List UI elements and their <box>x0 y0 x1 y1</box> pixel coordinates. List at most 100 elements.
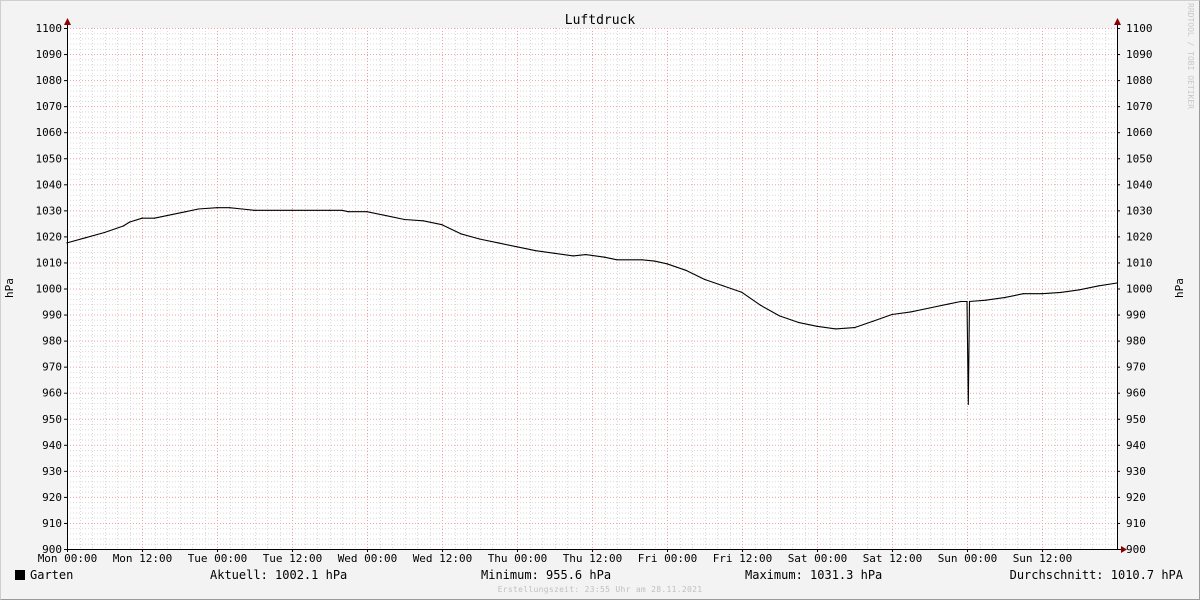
data-point <box>968 300 971 303</box>
data-point <box>797 321 799 323</box>
y-tick-label: 900 <box>1126 543 1146 556</box>
data-point <box>228 207 231 209</box>
y-tick-label: 970 <box>42 361 62 374</box>
data-point <box>328 209 331 211</box>
legend-average: Durchschnitt: 1010.7 hPA <box>1009 568 1183 582</box>
data-point <box>1060 291 1062 293</box>
data-point <box>241 208 243 210</box>
y-tick-labels-right: 900 910 920 930 940 950 960 970 980 990 1000 1010 10… <box>1126 22 1153 556</box>
data-point <box>572 255 574 257</box>
y-tick-label: 910 <box>42 517 62 530</box>
x-tick-label: Fri 12:00 <box>713 552 773 565</box>
data-point <box>703 278 706 280</box>
data-point <box>403 218 406 221</box>
legend-minimum: Minimum: 955.6 hPa <box>481 568 612 582</box>
y-tick-label: 990 <box>1126 309 1146 322</box>
data-point <box>910 311 912 313</box>
data-point <box>778 315 781 317</box>
data-point <box>722 285 724 287</box>
data-point <box>216 207 218 209</box>
data-point <box>928 307 931 309</box>
data-point <box>685 269 687 271</box>
data-point <box>166 215 168 217</box>
data-point <box>872 320 874 322</box>
data-point <box>153 217 156 219</box>
data-point <box>891 313 893 316</box>
data-point <box>553 252 556 254</box>
y-tick-label: 980 <box>42 335 62 348</box>
y-tick-label: 1010 <box>36 256 63 269</box>
y-tick-label: 940 <box>42 439 62 452</box>
y-tick-label: 1090 <box>36 48 63 61</box>
y-tick-label: 960 <box>42 387 62 400</box>
data-point <box>967 403 969 405</box>
y-tick-label: 930 <box>1126 465 1146 478</box>
data-point <box>128 221 131 223</box>
y-tick-label: 1020 <box>1126 230 1153 243</box>
y-tick-label: 980 <box>1126 335 1146 348</box>
y-tick-label: 1020 <box>36 230 63 243</box>
y-tick-label: 920 <box>1126 491 1146 504</box>
data-point <box>966 300 968 303</box>
y-tick-label: 1030 <box>1126 204 1153 217</box>
data-point <box>535 250 537 252</box>
y-tick-label: 1030 <box>36 204 63 217</box>
x-tick-label: Mon 00:00 <box>38 552 98 565</box>
data-point <box>603 256 606 258</box>
data-point <box>341 209 343 211</box>
x-tick-label: Thu 12:00 <box>563 552 623 565</box>
data-point <box>1116 282 1118 284</box>
x-tick-label: Tue 12:00 <box>263 552 323 565</box>
y-tick-label: 1100 <box>1126 22 1153 35</box>
data-point <box>985 299 987 301</box>
data-point <box>516 246 518 248</box>
data-point <box>422 220 424 222</box>
y-tick-label: 1070 <box>1126 100 1153 113</box>
data-point <box>1003 297 1006 299</box>
data-point <box>835 328 837 330</box>
y-tick-label: 1080 <box>1126 74 1153 87</box>
y-tick-label: 930 <box>42 465 62 478</box>
x-tick-label: Tue 00:00 <box>188 552 248 565</box>
y-tick-label: 990 <box>42 309 62 322</box>
data-point <box>385 215 387 217</box>
data-point <box>85 237 87 239</box>
y-tick-label: 950 <box>1126 413 1146 426</box>
data-point <box>666 263 668 265</box>
data-point <box>497 242 499 244</box>
data-point <box>1041 293 1043 295</box>
data-point <box>947 303 949 305</box>
chart-title: Luftdruck <box>565 13 636 28</box>
x-tick-label: Fri 00:00 <box>638 552 698 565</box>
x-tick-label: Mon 12:00 <box>113 552 173 565</box>
y-tick-label: 1040 <box>36 178 63 191</box>
y-tick-labels-left: 9009109209309409509609709809901000101010… <box>36 22 63 556</box>
data-point <box>141 217 143 219</box>
y-tick-label: 1000 <box>36 283 63 296</box>
data-point <box>478 238 481 240</box>
data-point <box>653 260 656 262</box>
y-tick-label: 950 <box>42 413 62 426</box>
rrdtool-watermark: RRDTOOL / TOBI OETIKER <box>1186 3 1195 109</box>
x-tick-label: Wed 12:00 <box>413 552 473 565</box>
legend-series: Garten <box>15 567 73 583</box>
data-point <box>585 254 587 256</box>
x-tick-label: Thu 00:00 <box>488 552 548 565</box>
y-tick-label: 970 <box>1126 361 1146 374</box>
x-tick-labels: Mon 00:00 Mon 12:00 Tue 00:00 Tue 12:00 Wed … <box>38 552 1073 565</box>
data-point <box>641 259 643 261</box>
data-point <box>66 242 68 244</box>
y-tick-label: 1040 <box>1126 178 1153 191</box>
y-tick-label: 1000 <box>1126 283 1153 296</box>
y-tick-label: 1100 <box>36 22 63 35</box>
data-point <box>185 211 187 213</box>
y-tick-label: 1050 <box>1126 152 1153 165</box>
y-tick-label: 1060 <box>1126 126 1153 139</box>
data-point <box>441 224 443 226</box>
legend-series-label: Garten <box>30 568 74 582</box>
data-point <box>741 291 743 293</box>
data-point <box>103 231 106 234</box>
data-point <box>122 225 124 227</box>
y-tick-label: 940 <box>1126 439 1146 452</box>
creation-time-note: Erstellungszeit: 23:55 Uhr am 28.11.2021 <box>497 585 703 594</box>
